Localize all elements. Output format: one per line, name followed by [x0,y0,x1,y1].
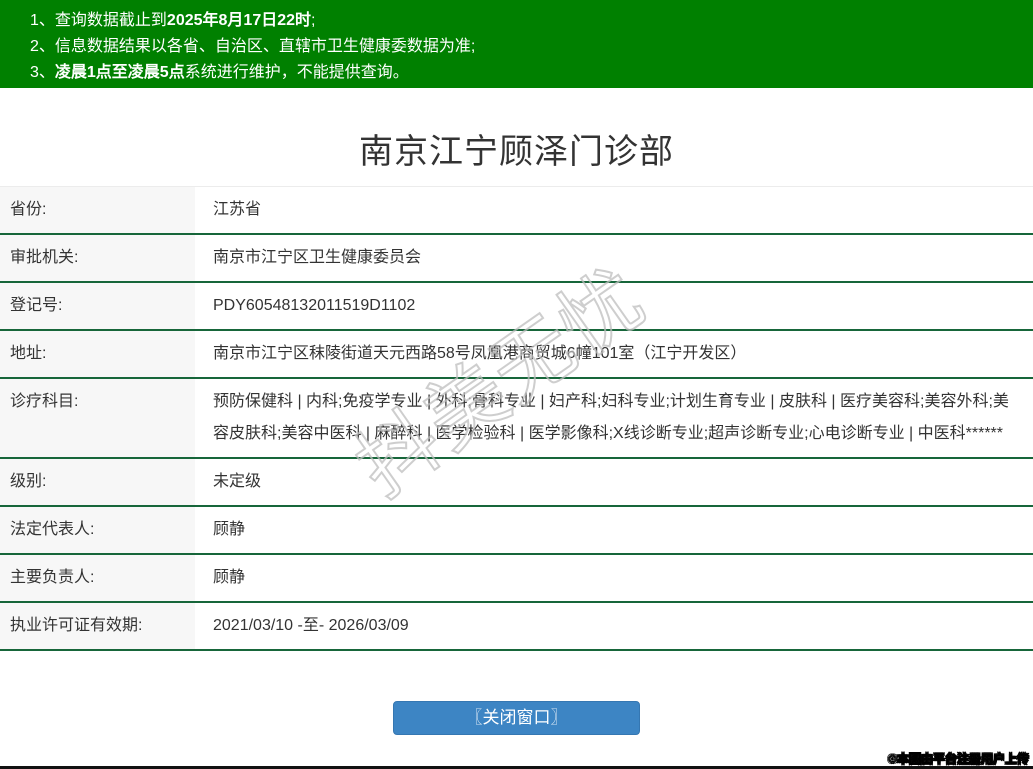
row-value: 预防保健科 | 内科;免疫学专业 | 外科;骨科专业 | 妇产科;妇科专业;计划… [195,379,1033,457]
institution-details-table: 省份: 江苏省 审批机关: 南京市江宁区卫生健康委员会 登记号: PDY6054… [0,186,1033,651]
table-row-legal-representative: 法定代表人: 顾静 [0,507,1033,555]
notice-text: 系统进行维护，不能提供查询。 [184,64,409,81]
row-label: 省份: [0,187,195,233]
row-label: 级别: [0,459,195,505]
row-label: 执业许可证有效期: [0,603,195,649]
notice-number: 3、 [30,64,55,81]
table-row-person-in-charge: 主要负责人: 顾静 [0,555,1033,603]
notice-text-bold: 凌晨1点至凌晨5点 [54,64,185,81]
row-value: 江苏省 [195,187,1033,233]
row-value: 顾静 [195,507,1033,553]
notice-line-1: 1、查询数据截止到2025年8月17日22时; [30,8,1023,34]
table-row-license-validity: 执业许可证有效期: 2021/03/10 -至- 2026/03/09 [0,603,1033,651]
notice-number: 2、 [30,38,55,55]
row-label: 登记号: [0,283,195,329]
row-value: PDY60548132011519D1102 [195,283,1033,329]
table-row-approval-authority: 审批机关: 南京市江宁区卫生健康委员会 [0,235,1033,283]
notice-text: ; [311,12,316,29]
notice-banner: 1、查询数据截止到2025年8月17日22时; 2、信息数据结果以各省、自治区、… [0,0,1033,88]
table-row-medical-departments: 诊疗科目: 预防保健科 | 内科;免疫学专业 | 外科;骨科专业 | 妇产科;妇… [0,379,1033,459]
notice-text: 信息数据结果以各省、自治区、直辖市卫生健康委数据为准; [54,38,476,55]
table-row-province: 省份: 江苏省 [0,187,1033,235]
upload-credit-text: ©本图由平台注册用户上传 [888,752,1029,767]
row-label: 诊疗科目: [0,379,195,457]
institution-name-title: 南京江宁顾泽门诊部 [359,133,674,171]
notice-line-2: 2、信息数据结果以各省、自治区、直辖市卫生健康委数据为准; [30,34,1023,60]
row-label: 法定代表人: [0,507,195,553]
notice-number: 1、 [30,12,55,29]
row-value: 南京市江宁区秣陵街道天元西路58号凤凰港商贸城6幢101室（江宁开发区） [195,331,1033,377]
notice-line-3: 3、凌晨1点至凌晨5点系统进行维护，不能提供查询。 [30,60,1023,86]
table-row-address: 地址: 南京市江宁区秣陵街道天元西路58号凤凰港商贸城6幢101室（江宁开发区） [0,331,1033,379]
row-value: 未定级 [195,459,1033,505]
medical-institution-query-result-page: 1、查询数据截止到2025年8月17日22时; 2、信息数据结果以各省、自治区、… [0,0,1033,769]
button-row: 〖关闭窗口〗 [0,701,1033,735]
table-row-registration-number: 登记号: PDY60548132011519D1102 [0,283,1033,331]
row-value: 顾静 [195,555,1033,601]
row-label: 主要负责人: [0,555,195,601]
row-value: 南京市江宁区卫生健康委员会 [195,235,1033,281]
notice-text-bold: 2025年8月17日22时 [166,12,312,29]
notice-text: 查询数据截止到 [54,12,167,29]
close-window-button[interactable]: 〖关闭窗口〗 [393,701,640,735]
row-label: 审批机关: [0,235,195,281]
row-value: 2021/03/10 -至- 2026/03/09 [195,603,1033,649]
row-label: 地址: [0,331,195,377]
table-row-level: 级别: 未定级 [0,459,1033,507]
